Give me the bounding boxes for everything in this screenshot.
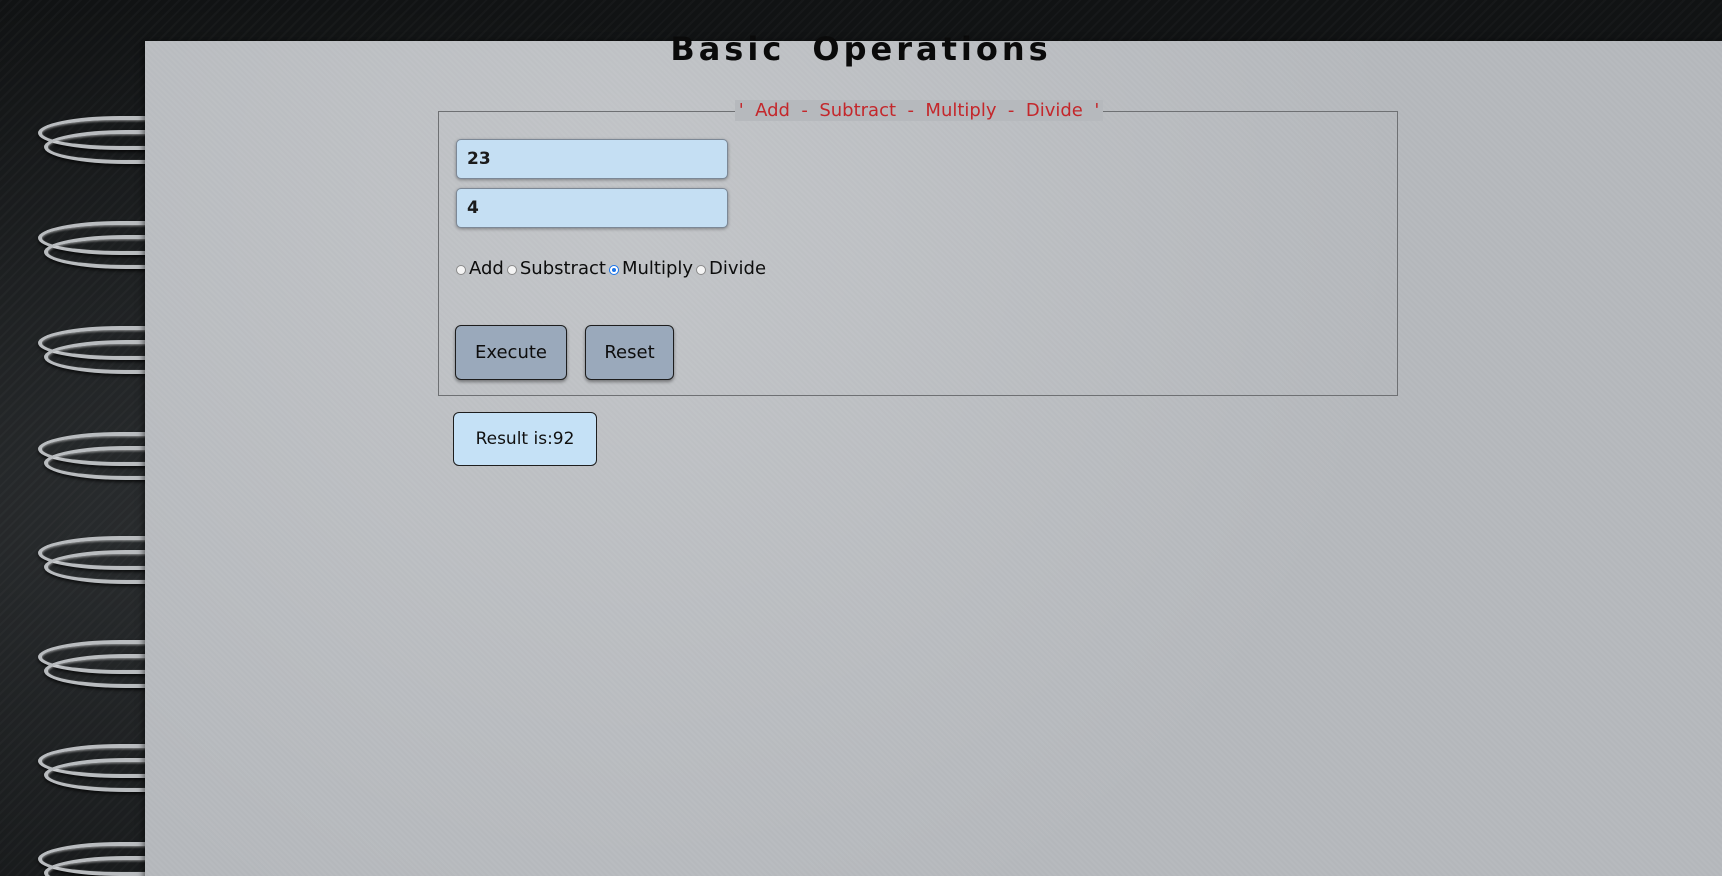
radio-add[interactable]: Add <box>456 258 504 279</box>
radio-label-multiply: Multiply <box>621 258 694 279</box>
operations-fieldset: ' Add - Subtract - Multiply - Divide ' A… <box>438 100 1398 396</box>
radio-button-add[interactable] <box>456 264 466 275</box>
radio-button-substract[interactable] <box>506 264 517 275</box>
execute-button[interactable]: Execute <box>455 325 567 380</box>
radio-label-divide: Divide <box>709 258 767 279</box>
second-number-input[interactable] <box>456 188 728 228</box>
page-title: Basic Operations <box>670 30 1052 68</box>
first-number-input[interactable] <box>456 139 728 179</box>
fieldset-legend: ' Add - Subtract - Multiply - Divide ' <box>439 100 1399 121</box>
operation-radio-group: Add Substract Multiply Divide <box>456 258 769 279</box>
result-output: Result is:92 <box>453 412 597 466</box>
radio-divide[interactable]: Divide <box>696 258 766 279</box>
legend-text: ' Add - Subtract - Multiply - Divide ' <box>734 100 1104 121</box>
radio-button-divide[interactable] <box>696 264 707 275</box>
radio-label-substract: Substract <box>519 258 606 279</box>
reset-button[interactable]: Reset <box>585 325 674 380</box>
radio-substract[interactable]: Substract <box>506 258 606 279</box>
radio-label-add: Add <box>469 258 504 279</box>
radio-button-multiply[interactable] <box>608 264 619 275</box>
radio-multiply[interactable]: Multiply <box>608 258 694 279</box>
